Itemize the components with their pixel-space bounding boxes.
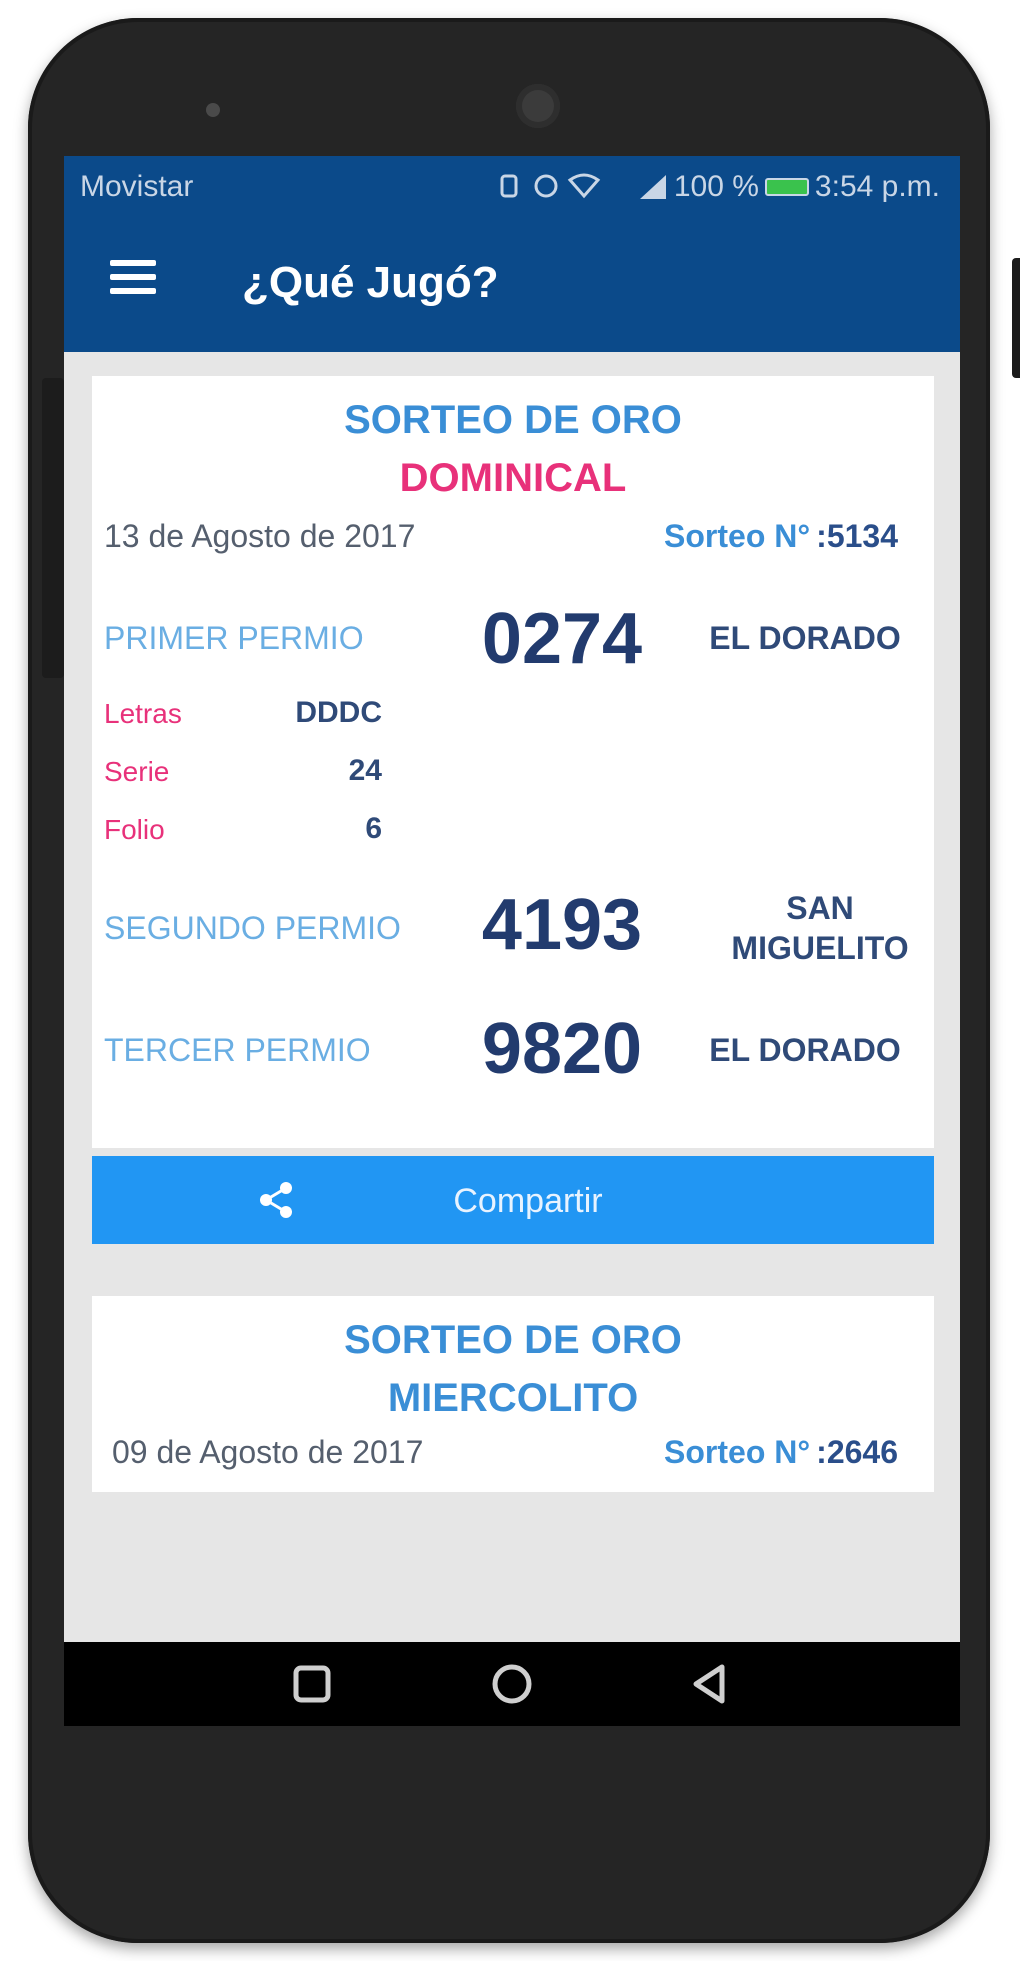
battery-percent: 100 %	[673, 170, 759, 203]
draw-card: SORTEO DE ORO MIERCOLITO 09 de Agosto de…	[92, 1296, 934, 1492]
first-prize-label: PRIMER PERMIO	[104, 620, 364, 656]
power-button	[1012, 258, 1020, 378]
draw-card: SORTEO DE ORO DOMINICAL 13 de Agosto de …	[92, 376, 934, 1244]
nav-back-icon[interactable]	[686, 1660, 734, 1708]
card-title: SORTEO DE ORO	[344, 1318, 682, 1362]
card-title: SORTEO DE ORO	[344, 398, 682, 442]
signal-icon	[639, 175, 666, 199]
volume-button	[42, 378, 64, 678]
battery-icon	[764, 178, 809, 196]
second-prize-label: SEGUNDO PERMIO	[104, 910, 401, 946]
draw-number-value: :2646	[816, 1434, 898, 1470]
share-button[interactable]: Compartir	[92, 1156, 934, 1244]
third-prize-label: TERCER PERMIO	[104, 1032, 371, 1068]
menu-icon[interactable]	[110, 260, 156, 300]
sensor-dot	[206, 103, 220, 117]
front-camera	[516, 84, 560, 128]
folio-value: 6	[365, 812, 382, 845]
draw-number-label: Sorteo N°	[664, 1434, 811, 1470]
nav-home-icon[interactable]	[488, 1660, 536, 1708]
navigation-bar	[64, 1642, 960, 1726]
series-value: 24	[348, 754, 382, 787]
screen: Movistar 100 % 3:54 p.m. ¿Qué Jugó? SORT…	[64, 156, 960, 1722]
wifi-icon	[500, 173, 601, 199]
third-prize-place: EL DORADO	[709, 1032, 901, 1068]
card-subtitle: MIERCOLITO	[387, 1376, 639, 1420]
draw-date: 09 de Agosto de 2017	[112, 1434, 424, 1470]
status-bar: Movistar 100 % 3:54 p.m.	[64, 156, 960, 218]
clock: 3:54 p.m.	[814, 170, 940, 203]
status-icons	[500, 170, 610, 208]
second-prize-number: 4193	[481, 885, 643, 965]
series-label: Serie	[104, 756, 170, 787]
letters-label: Letras	[104, 698, 182, 729]
app-title: ¿Qué Jugó?	[242, 258, 499, 307]
card-subtitle: DOMINICAL	[399, 456, 627, 500]
draw-date: 13 de Agosto de 2017	[104, 518, 416, 554]
second-prize-place: SAN MIGUELITO	[731, 890, 909, 966]
letters-value: DDDC	[295, 696, 382, 729]
first-prize-place: EL DORADO	[709, 620, 901, 656]
draw-number-label: Sorteo N°	[664, 518, 811, 554]
draw-number: Sorteo N°:5134	[664, 518, 898, 555]
draw-number: Sorteo N°:2646	[664, 1434, 898, 1471]
status-right: 100 % 3:54 p.m.	[638, 170, 940, 204]
third-prize-number: 9820	[481, 1009, 643, 1089]
app-bar: ¿Qué Jugó?	[64, 218, 960, 352]
nav-recents-icon[interactable]	[288, 1660, 336, 1708]
carrier-label: Movistar	[80, 170, 194, 203]
draw-number-value: :5134	[816, 518, 898, 554]
first-prize-number: 0274	[481, 599, 643, 679]
share-label: Compartir	[453, 1182, 603, 1220]
folio-label: Folio	[104, 814, 165, 845]
